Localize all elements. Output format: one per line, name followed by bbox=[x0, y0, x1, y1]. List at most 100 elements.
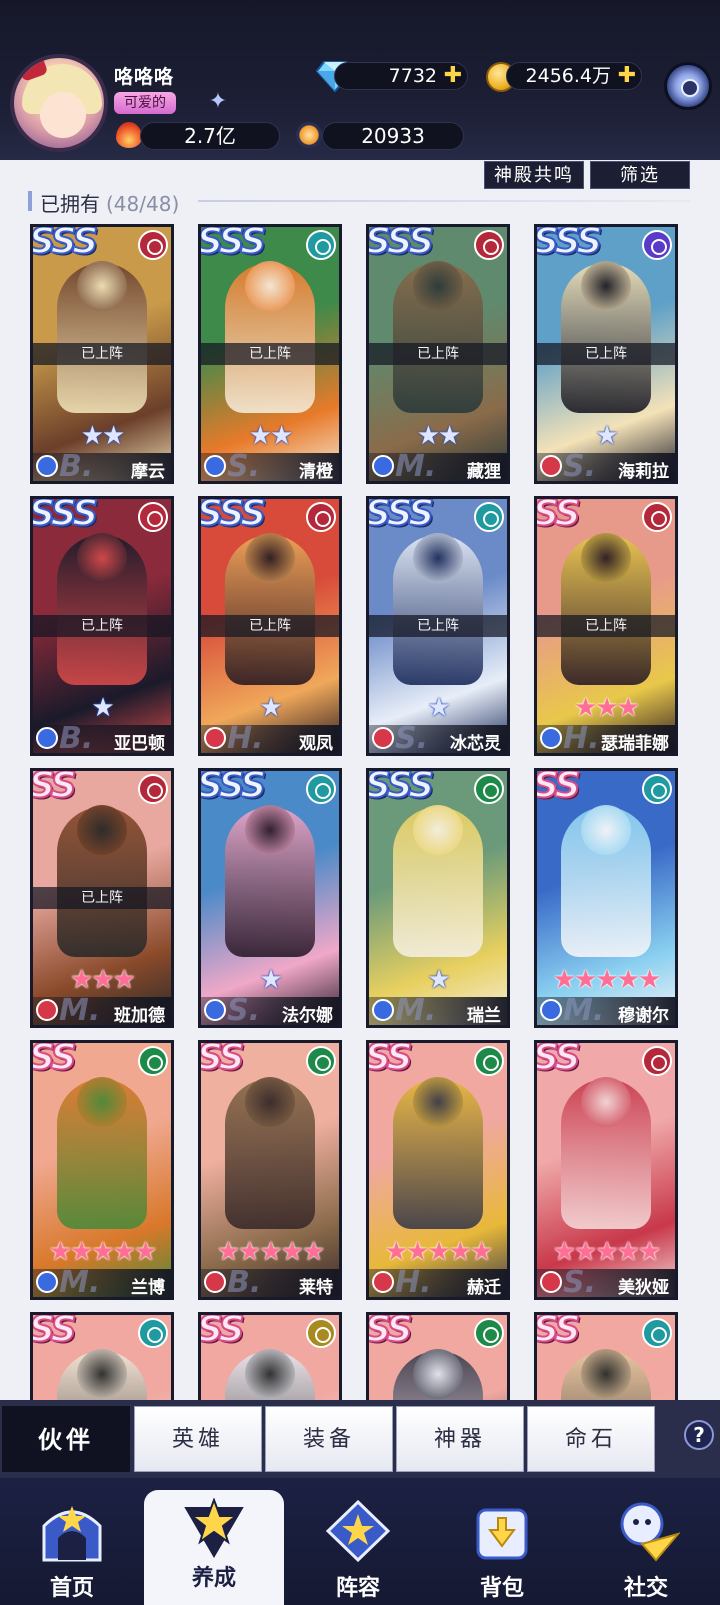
tier-letter: S. bbox=[563, 449, 597, 484]
character-name: 赫迁 bbox=[467, 1278, 501, 1298]
star-icon: ★ bbox=[595, 421, 618, 451]
star-icon: ★ bbox=[70, 965, 93, 995]
element-water-icon bbox=[642, 1318, 672, 1348]
tier-letter: M. bbox=[395, 449, 437, 484]
star-rating: ★★★★★ bbox=[537, 1239, 675, 1265]
character-head bbox=[413, 533, 463, 583]
home-icon bbox=[38, 1500, 106, 1562]
nav-home[interactable]: 首页 bbox=[2, 1492, 142, 1605]
rank-badge: SSS bbox=[366, 768, 435, 807]
star-icon: ★ bbox=[616, 965, 640, 995]
character-head bbox=[77, 533, 127, 583]
help-icon[interactable]: ? bbox=[684, 1420, 714, 1450]
star-icon: ★ bbox=[616, 693, 640, 723]
character-card[interactable]: SSS 已上阵 ★★ M. 藏狸 bbox=[366, 224, 510, 484]
character-head bbox=[413, 261, 463, 311]
character-name: 亚巴顿 bbox=[114, 734, 165, 754]
class-dragon-icon bbox=[36, 455, 58, 477]
class-bow-blue-icon bbox=[540, 999, 562, 1021]
element-fire-icon bbox=[138, 774, 168, 804]
character-card[interactable]: SS ★★★★★ S. 美狄娅 bbox=[534, 1040, 678, 1300]
star-icon: ★ bbox=[70, 1237, 93, 1267]
character-card[interactable]: SSS 已上阵 ★★ S. 清橙 bbox=[198, 224, 342, 484]
tier-letter: H. bbox=[227, 721, 264, 756]
character-card[interactable]: SSS 已上阵 ★ S. 海莉拉 bbox=[534, 224, 678, 484]
character-card[interactable]: SS 已上阵 ★★★ H. 瑟瑞菲娜 bbox=[534, 496, 678, 756]
class-dragon-icon bbox=[36, 1271, 58, 1293]
character-head bbox=[77, 261, 127, 311]
star-icon: ★ bbox=[280, 1237, 304, 1267]
nav-label: 背包 bbox=[479, 1576, 524, 1601]
class-shield-red-icon bbox=[204, 727, 226, 749]
element-water-icon bbox=[474, 502, 504, 532]
element-fire-icon bbox=[306, 502, 336, 532]
element-fire-icon bbox=[138, 230, 168, 260]
filter-button[interactable]: 筛选 bbox=[590, 161, 690, 189]
subtab-3[interactable]: 神器 bbox=[396, 1406, 524, 1472]
rank-badge: SS bbox=[534, 1040, 582, 1079]
star-icon: ★ bbox=[384, 1237, 408, 1267]
star-rating: ★ bbox=[537, 423, 675, 449]
star-icon: ★ bbox=[427, 1237, 450, 1267]
character-card[interactable]: SS ★★★★★ H. 赫迁 bbox=[366, 1040, 510, 1300]
character-card[interactable]: SS bbox=[534, 1312, 678, 1400]
subtab-4[interactable]: 命石 bbox=[527, 1406, 655, 1472]
character-name: 兰博 bbox=[131, 1278, 165, 1298]
element-dark-icon bbox=[642, 230, 672, 260]
lineup-icon bbox=[324, 1499, 392, 1563]
subtab-2[interactable]: 装备 bbox=[265, 1406, 393, 1472]
tier-letter: B. bbox=[59, 449, 94, 484]
nav-label: 养成 bbox=[191, 1566, 236, 1591]
star-icon: ★ bbox=[574, 1237, 597, 1267]
character-card[interactable]: SS bbox=[30, 1312, 174, 1400]
character-card[interactable]: SSS 已上阵 ★ B. 亚巴顿 bbox=[30, 496, 174, 756]
star-rating: ★★★ bbox=[537, 695, 675, 721]
tier-letter: S. bbox=[563, 1265, 597, 1300]
character-card[interactable]: SSS ★ S. 法尔娜 bbox=[198, 768, 342, 1028]
class-heart-red-icon bbox=[540, 455, 562, 477]
star-icon: ★ bbox=[91, 693, 114, 723]
star-rating: ★ bbox=[201, 695, 339, 721]
character-card[interactable]: SSS ★ M. 瑞兰 bbox=[366, 768, 510, 1028]
character-card[interactable]: SSS 已上阵 ★ S. 冰芯灵 bbox=[366, 496, 510, 756]
character-name: 清橙 bbox=[299, 462, 333, 482]
star-icon: ★ bbox=[448, 1237, 472, 1267]
element-nature-icon bbox=[474, 1046, 504, 1076]
character-head bbox=[245, 533, 295, 583]
tier-letter: S. bbox=[227, 993, 261, 1028]
nav-develop[interactable]: 养成 bbox=[144, 1490, 284, 1605]
element-water-icon bbox=[138, 1318, 168, 1348]
tier-letter: M. bbox=[563, 993, 605, 1028]
star-icon: ★ bbox=[301, 1237, 325, 1267]
rank-badge: SS bbox=[30, 1312, 78, 1351]
star-icon: ★ bbox=[574, 965, 597, 995]
character-card[interactable]: SSS 已上阵 ★ H. 观凤 bbox=[198, 496, 342, 756]
character-card[interactable]: SSS 已上阵 ★★ B. 摩云 bbox=[30, 224, 174, 484]
nav-social[interactable]: 社交 bbox=[576, 1492, 716, 1605]
character-card[interactable]: SS ★★★★★ M. 穆谢尔 bbox=[534, 768, 678, 1028]
app-root: 咯咯咯 可爱的 ✦ 7732 ✚ 2456.4万 ✚ 2.7亿 20933 SS… bbox=[0, 0, 720, 1605]
tier-letter: B. bbox=[59, 721, 94, 756]
character-card[interactable]: SS ★★★★★ M. 兰博 bbox=[30, 1040, 174, 1300]
nav-bag[interactable]: 背包 bbox=[432, 1492, 572, 1605]
subtab-0[interactable]: 伙伴 bbox=[2, 1406, 130, 1472]
deployed-label: 已上阵 bbox=[33, 343, 171, 365]
star-icon: ★ bbox=[616, 1237, 640, 1267]
character-card[interactable]: SS bbox=[366, 1312, 510, 1400]
character-head bbox=[413, 1349, 463, 1399]
rank-badge: SSS bbox=[534, 224, 603, 263]
subtab-1[interactable]: 英雄 bbox=[134, 1406, 262, 1472]
owned-label: 已拥有 bbox=[40, 192, 100, 216]
nav-lineup[interactable]: 阵容 bbox=[288, 1492, 428, 1605]
character-card[interactable]: SS ★★★★★ B. 莱特 bbox=[198, 1040, 342, 1300]
character-card[interactable]: SS bbox=[198, 1312, 342, 1400]
character-card[interactable]: SS 已上阵 ★★★ M. 班加德 bbox=[30, 768, 174, 1028]
deployed-label: 已上阵 bbox=[537, 343, 675, 365]
class-bow-red-icon bbox=[540, 1271, 562, 1293]
rank-badge: SS bbox=[30, 768, 78, 807]
character-name: 莱特 bbox=[299, 1278, 333, 1298]
temple-resonance-button[interactable]: 神殿共鸣 bbox=[484, 161, 584, 189]
deployed-label: 已上阵 bbox=[201, 343, 339, 365]
nav-label: 阵容 bbox=[335, 1576, 380, 1601]
star-icon: ★ bbox=[595, 693, 618, 723]
